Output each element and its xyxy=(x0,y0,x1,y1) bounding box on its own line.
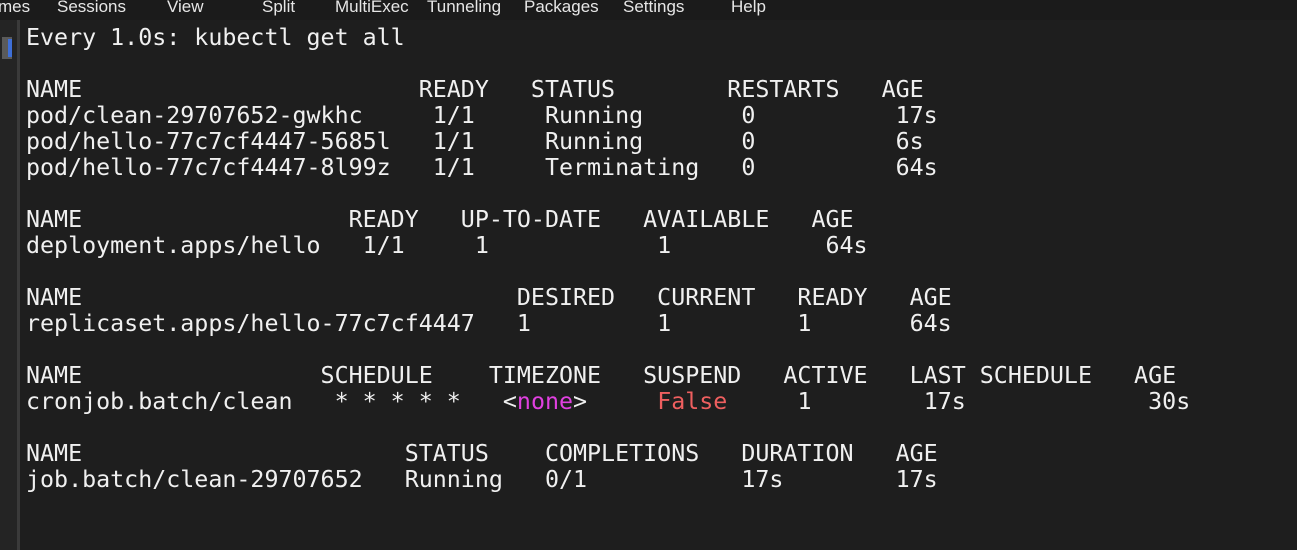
sidebar-tab-accent xyxy=(8,39,12,57)
sidebar-tab-handle[interactable] xyxy=(2,37,12,59)
terminal-text: Every 1.0s: kubectl get all NAME READY ST… xyxy=(26,25,1190,493)
cronjob-row: cronjob.batch/clean * * * * * <none> Fal… xyxy=(26,389,1190,415)
watch-header: Every 1.0s: kubectl get all xyxy=(26,24,405,51)
menu-item-tunneling[interactable]: Tunneling xyxy=(427,0,501,17)
cronjob-schedule: * * * * * xyxy=(334,388,461,415)
replicasets-header: NAME DESIRED CURRENT READY AGE xyxy=(26,284,952,311)
cronjobs-header: NAME SCHEDULE TIMEZONE SUSPEND ACTIVE LA… xyxy=(26,362,1177,389)
job-row: job.batch/clean-29707652 Running 0/1 17s… xyxy=(26,466,938,493)
cronjob-name: cronjob.batch/clean xyxy=(26,388,293,415)
pod-row: pod/clean-29707652-gwkhc 1/1 Running 0 1… xyxy=(26,102,938,129)
session-sidebar-strip xyxy=(0,20,17,550)
menu-item-view[interactable]: View xyxy=(167,0,204,17)
menu-item-help[interactable]: Help xyxy=(731,0,766,17)
menu-item-sessions[interactable]: Sessions xyxy=(57,0,126,17)
cronjob-timezone-none: none xyxy=(516,388,574,415)
pods-header: NAME READY STATUS RESTARTS AGE xyxy=(26,76,924,103)
cronjob-timezone-open: < xyxy=(502,388,517,415)
menu-item-games[interactable]: mes xyxy=(0,0,30,17)
cronjob-timezone-close: > xyxy=(573,388,588,415)
jobs-header: NAME STATUS COMPLETIONS DURATION AGE xyxy=(26,440,938,467)
cronjob-age: 30s xyxy=(1148,388,1191,415)
deployments-header: NAME READY UP-TO-DATE AVAILABLE AGE xyxy=(26,206,854,233)
replicaset-row: replicaset.apps/hello-77c7cf4447 1 1 1 6… xyxy=(26,310,952,337)
deployment-row: deployment.apps/hello 1/1 1 1 64s xyxy=(26,232,868,259)
cronjob-last-schedule: 17s xyxy=(923,388,966,415)
menu-item-packages[interactable]: Packages xyxy=(524,0,599,17)
pod-row: pod/hello-77c7cf4447-5685l 1/1 Running 0… xyxy=(26,128,924,155)
menu-item-multiexec[interactable]: MultiExec xyxy=(335,0,409,17)
menu-bar: mes Sessions View Split MultiExec Tunnel… xyxy=(0,0,1297,20)
terminal-output[interactable]: Every 1.0s: kubectl get all NAME READY ST… xyxy=(20,20,1297,550)
cronjob-suspend: False xyxy=(657,388,728,415)
menu-item-split[interactable]: Split xyxy=(262,0,295,17)
menu-item-settings[interactable]: Settings xyxy=(623,0,684,17)
pod-row: pod/hello-77c7cf4447-8l99z 1/1 Terminati… xyxy=(26,154,938,181)
cronjob-active: 1 xyxy=(797,388,812,415)
